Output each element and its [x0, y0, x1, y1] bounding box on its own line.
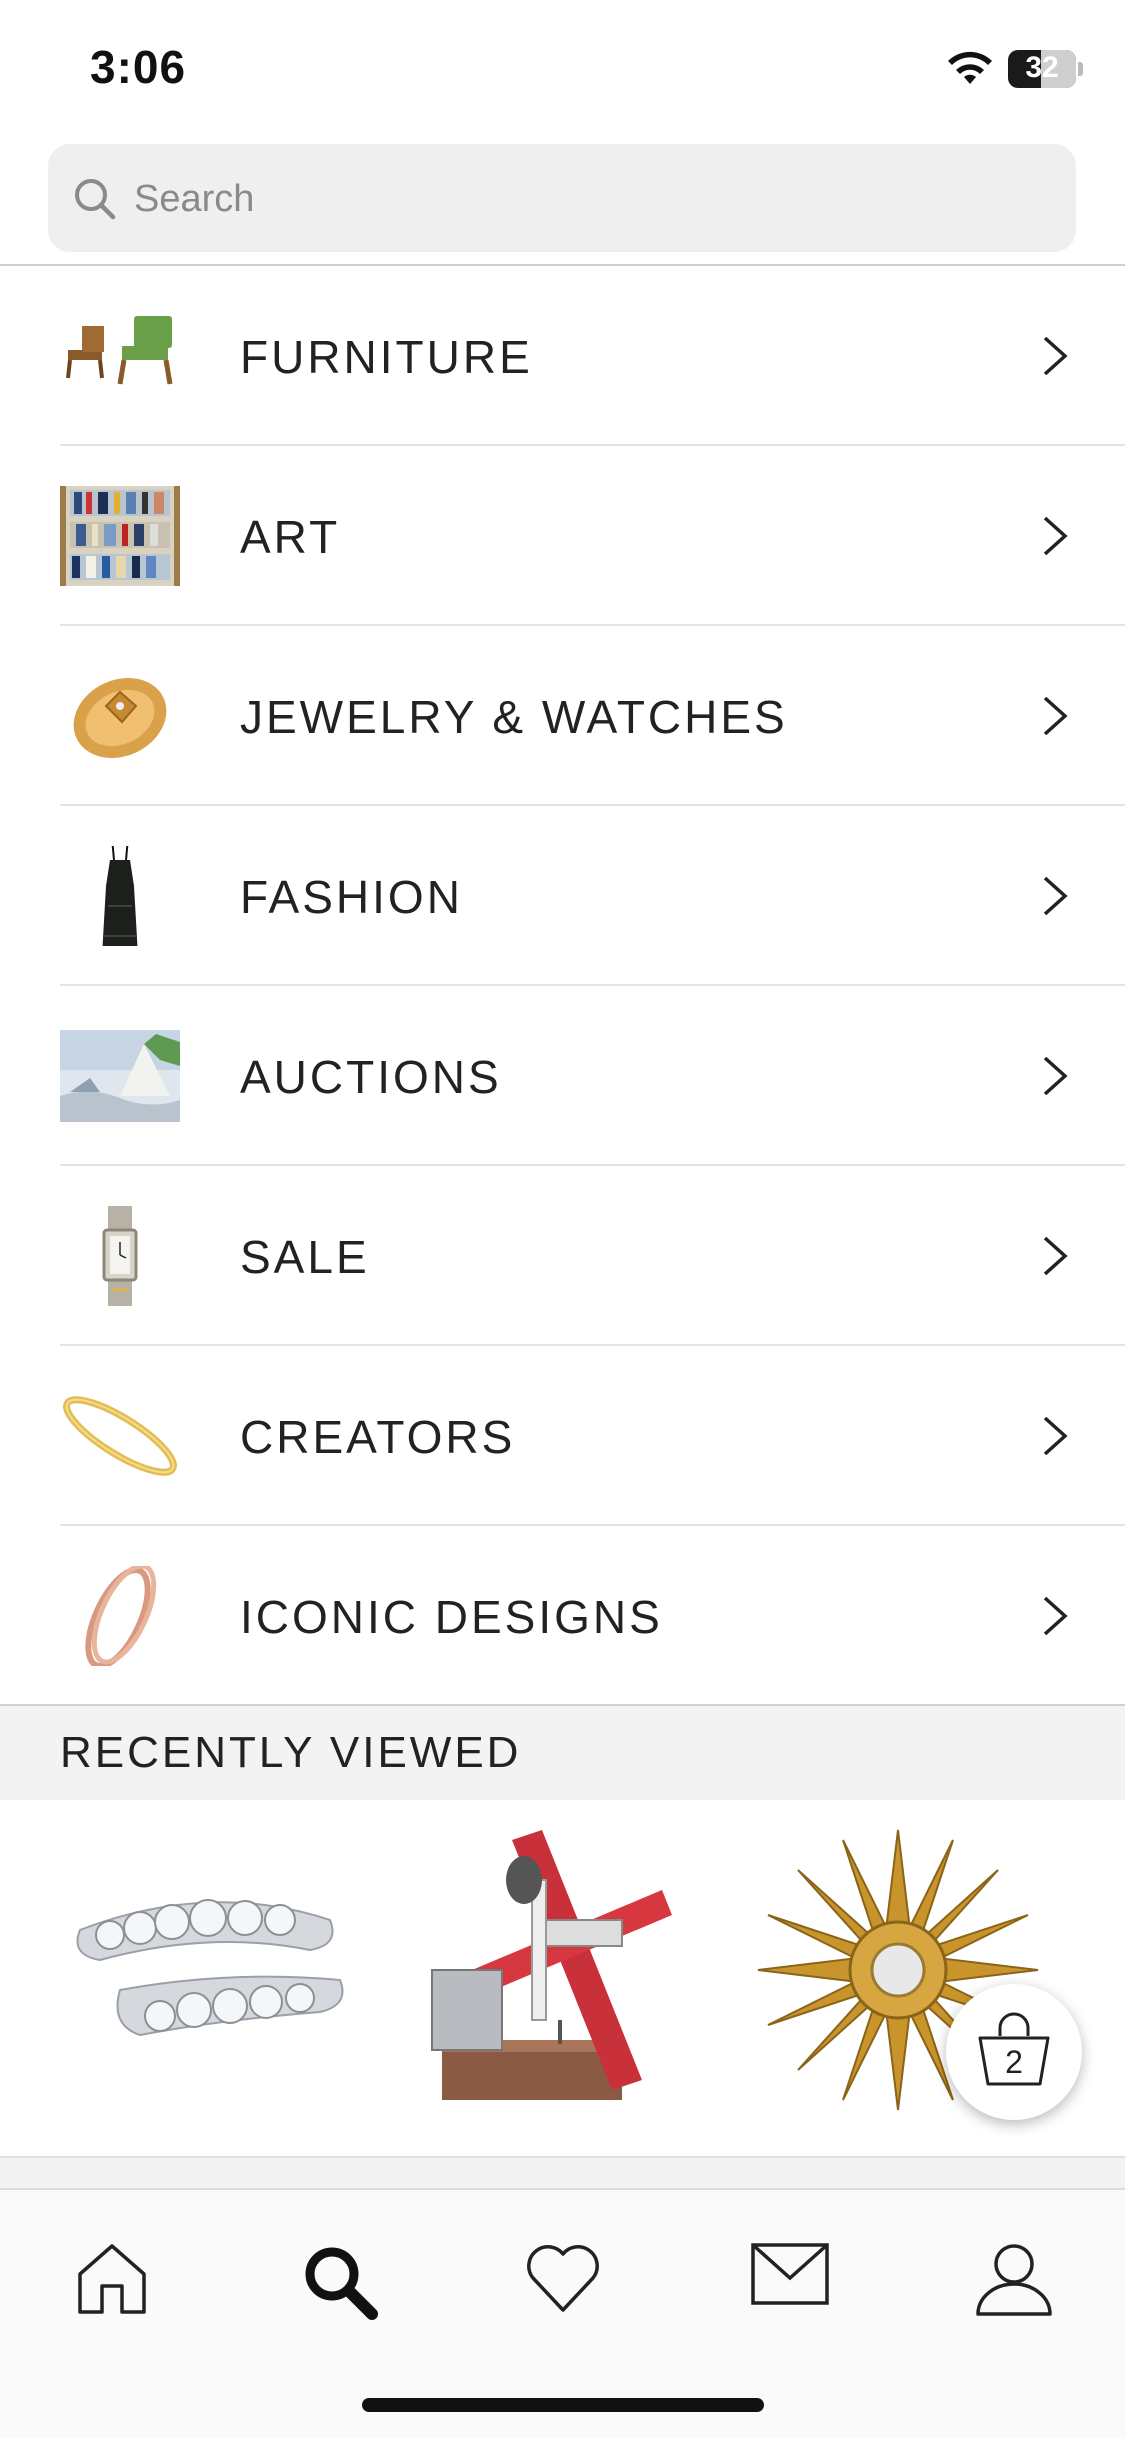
watch-thumb-icon — [102, 1206, 138, 1306]
recently-viewed-header: RECENTLY VIEWED — [0, 1706, 1125, 1800]
category-list: FURNITURE ART JEWELRY & WATCHES FASHION … — [0, 266, 1125, 1706]
tab-search[interactable] — [280, 2222, 390, 2332]
chevron-right-icon — [1043, 1236, 1068, 1276]
category-label: CREATORS — [240, 1411, 516, 1463]
tab-account[interactable] — [954, 2222, 1064, 2332]
search-icon — [75, 179, 116, 220]
ring-thumb-icon — [73, 678, 167, 758]
bracelet-thumb-icon — [63, 1396, 177, 1476]
diamond-ring-thumb-icon[interactable] — [60, 1820, 360, 2120]
chevron-right-icon — [1043, 516, 1068, 556]
bag-count: 2 — [1005, 2044, 1023, 2080]
category-row-sale[interactable]: SALE — [0, 1166, 1125, 1346]
chevron-right-icon — [1043, 1596, 1068, 1636]
category-row-iconic-designs[interactable]: ICONIC DESIGNS — [0, 1526, 1125, 1706]
battery-icon: 32 — [1008, 50, 1076, 88]
sculpture-thumb-icon[interactable] — [412, 1820, 712, 2120]
search-input[interactable] — [132, 168, 1036, 230]
tab-home[interactable] — [56, 2222, 166, 2332]
dress-thumb-icon — [102, 846, 138, 946]
rose-bracelet-thumb-icon — [85, 1566, 157, 1666]
category-label: ICONIC DESIGNS — [240, 1591, 663, 1643]
category-row-art[interactable]: ART — [0, 446, 1125, 626]
shopping-bag-button[interactable]: 2 — [946, 1984, 1082, 2120]
category-label: JEWELRY & WATCHES — [240, 691, 788, 743]
status-time: 3:06 — [90, 41, 187, 93]
chevron-right-icon — [1043, 336, 1068, 376]
battery-level: 32 — [1025, 51, 1059, 84]
person-icon — [976, 2244, 1052, 2316]
category-row-fashion[interactable]: FASHION — [0, 806, 1125, 986]
recently-viewed-list — [0, 1800, 1125, 2158]
category-label: ART — [240, 511, 341, 563]
tab-messages[interactable] — [730, 2222, 840, 2332]
category-label: SALE — [240, 1231, 370, 1283]
battery-tip — [1078, 62, 1083, 76]
search-bar[interactable] — [48, 144, 1076, 252]
chevron-right-icon — [1043, 1416, 1068, 1456]
chevron-right-icon — [1043, 696, 1068, 736]
category-row-jewelry-watches[interactable]: JEWELRY & WATCHES — [0, 626, 1125, 806]
heart-icon — [527, 2245, 599, 2312]
home-indicator — [362, 2398, 764, 2412]
recently-viewed-title: RECENTLY VIEWED — [60, 1728, 522, 1777]
chevron-right-icon — [1043, 876, 1068, 916]
section-footer-band — [0, 2156, 1125, 2190]
tab-favorites[interactable] — [505, 2222, 615, 2332]
category-row-creators[interactable]: CREATORS — [0, 1346, 1125, 1526]
chevron-right-icon — [1043, 1056, 1068, 1096]
art-thumb-icon — [60, 486, 180, 586]
painting-thumb-icon — [60, 1030, 180, 1122]
envelope-icon — [751, 2243, 829, 2305]
category-label: FASHION — [240, 871, 463, 923]
furniture-thumb-icon — [66, 316, 173, 385]
wifi-icon — [948, 51, 992, 84]
category-row-furniture[interactable]: FURNITURE — [0, 266, 1125, 446]
home-icon — [78, 2244, 146, 2314]
category-label: AUCTIONS — [240, 1051, 502, 1103]
search-icon — [305, 2247, 378, 2320]
category-row-auctions[interactable]: AUCTIONS — [0, 986, 1125, 1166]
category-label: FURNITURE — [240, 331, 533, 383]
